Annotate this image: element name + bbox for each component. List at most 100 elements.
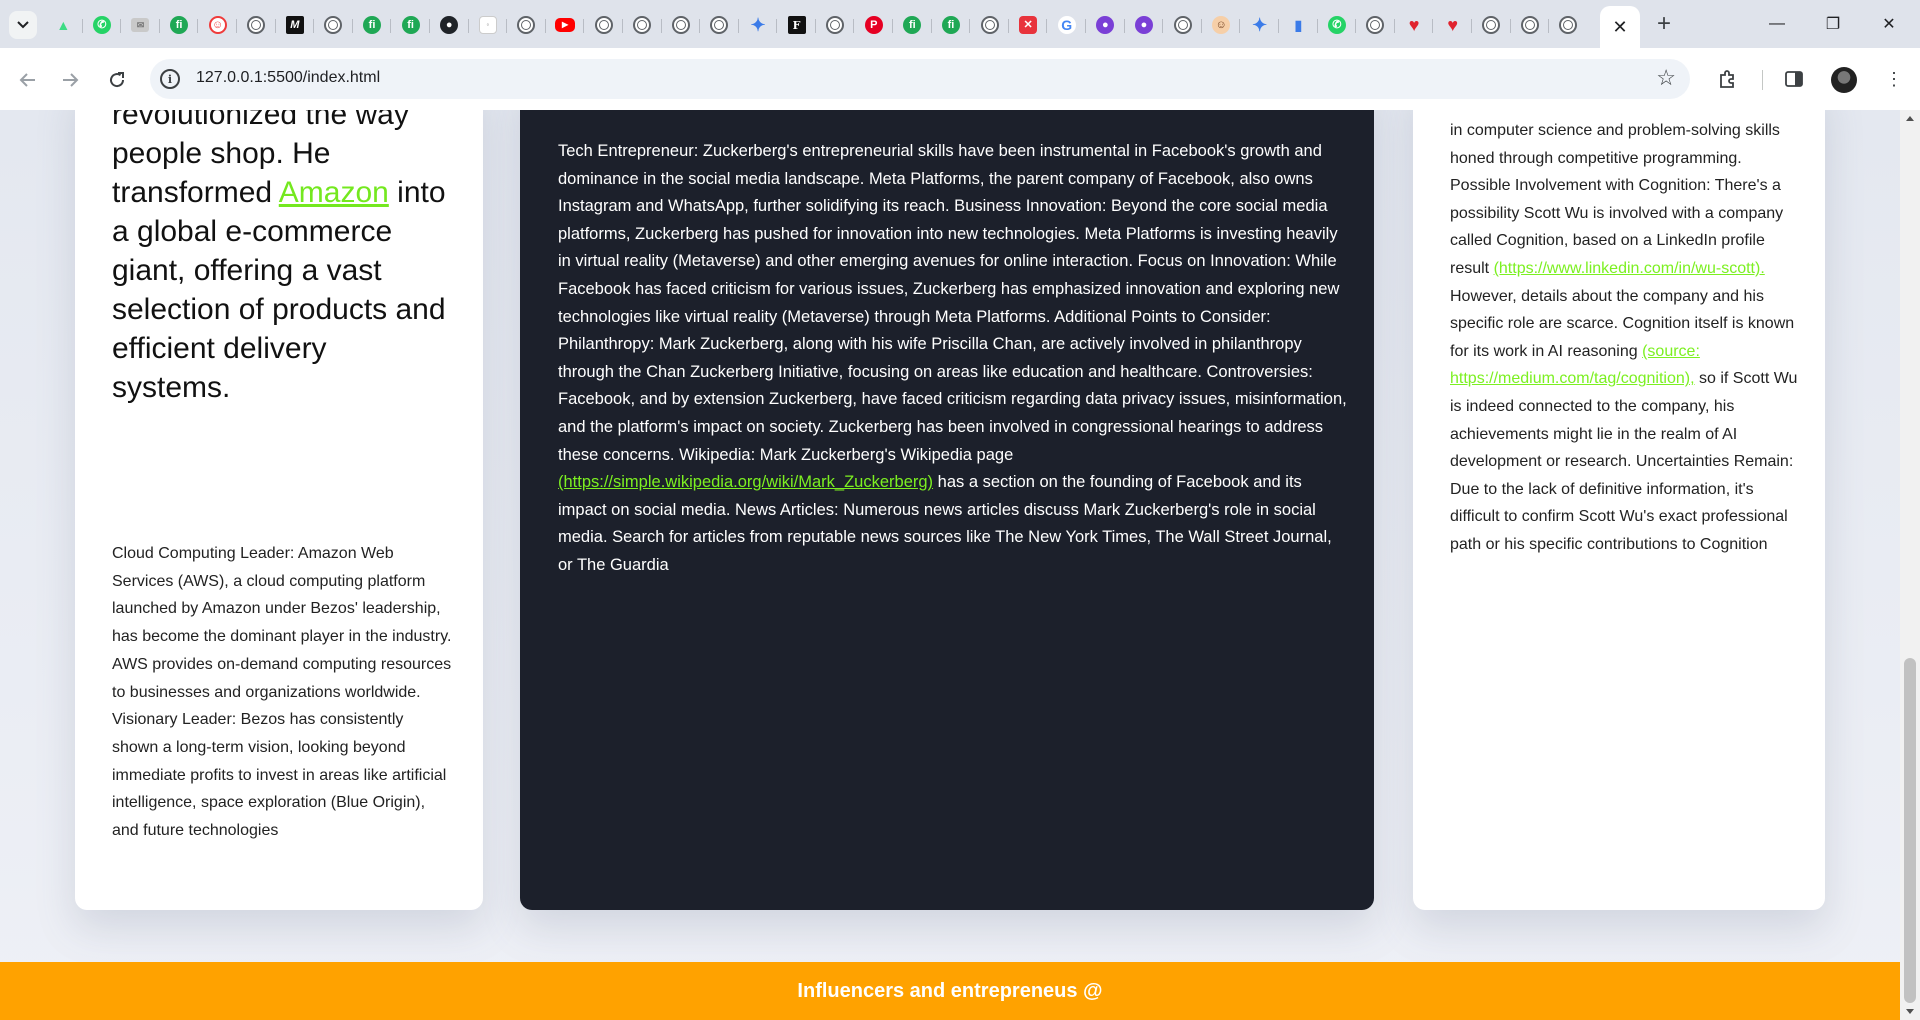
tab[interactable]: F [777,9,816,41]
tab[interactable]: M [276,9,315,41]
tab[interactable] [816,9,855,41]
f-icon: F [787,16,806,34]
tab[interactable] [623,9,662,41]
fiverr-icon: fi [941,16,960,34]
tab[interactable]: fi [893,9,932,41]
amazon-link[interactable]: Amazon [279,176,389,209]
x-icon: ✕ [1019,16,1038,34]
arrow-left-icon [19,73,35,87]
url-text[interactable]: 127.0.0.1:5500/index.html [196,69,380,87]
close-window-button[interactable]: ✕ [1866,6,1912,42]
extensions-icon[interactable] [1714,65,1742,93]
tab[interactable]: ✦ [1240,9,1279,41]
chrome-icon [517,16,536,34]
tab[interactable] [970,9,1009,41]
tab[interactable] [662,9,701,41]
back-button[interactable] [12,65,42,95]
gemini-icon: ✦ [750,15,766,35]
tab[interactable] [700,9,739,41]
tab[interactable] [1356,9,1395,41]
tab[interactable]: ▮ [1279,9,1318,41]
tab[interactable]: fi [353,9,392,41]
bar-chart-icon: ▮ [1294,17,1303,33]
vertical-scrollbar[interactable] [1900,110,1920,1020]
tab[interactable]: P [854,9,893,41]
heart-icon: ♥ [1447,15,1459,35]
forward-button[interactable] [56,65,86,95]
fiverr-icon: fi [363,16,382,34]
tab[interactable] [584,9,623,41]
tab[interactable] [1472,9,1511,41]
chrome-icon [1173,16,1192,34]
wikipedia-link[interactable]: (https://simple.wikipedia.org/wiki/Mark_… [558,473,933,491]
footer-text: Influencers and entrepreneus @ [797,979,1103,1002]
tab[interactable]: ✕ [1009,9,1048,41]
chrome-icon [1520,16,1539,34]
tab[interactable] [1511,9,1550,41]
tab[interactable]: G [1047,9,1086,41]
tab[interactable]: ✆ [1318,9,1357,41]
tab-strip: ▲ ✆ ✉ fi ☺ M fi fi ● ◦ ▶ ✦ F P fi fi ✕ G… [0,0,1920,48]
bookmark-star-icon[interactable]: ☆ [1656,65,1676,91]
side-panel-icon[interactable] [1780,65,1808,93]
card-scott-wu: in computer science and problem-solving … [1413,110,1825,910]
scroll-up-arrow-icon[interactable] [1906,116,1914,121]
tab[interactable]: ◦ [469,9,508,41]
arrow-right-icon [63,73,79,87]
tab[interactable]: ▶ [546,9,585,41]
tab[interactable]: ● [1086,9,1125,41]
card-body: Cloud Computing Leader: Amazon Web Servi… [112,545,452,840]
fiverr-icon: fi [170,16,189,34]
tab-search-button[interactable] [9,11,37,39]
whatsapp-icon: ✆ [1327,16,1346,34]
heading-text: into a global e-commerce giant, offering… [112,176,446,404]
tab[interactable]: fi [932,9,971,41]
scroll-down-arrow-icon[interactable] [1906,1009,1914,1014]
chevron-down-icon [17,21,29,29]
card-body: Tech Entrepreneur: Zuckerberg's entrepre… [558,138,1348,580]
address-bar[interactable]: i 127.0.0.1:5500/index.html ☆ [150,59,1690,99]
heart-icon: ♥ [1408,15,1420,35]
tab[interactable]: ✆ [83,9,122,41]
restore-button[interactable]: ❐ [1810,6,1856,42]
page-footer: Influencers and entrepreneus @ [0,962,1900,1020]
reload-icon [110,72,125,88]
tab[interactable]: fi [391,9,430,41]
tab[interactable]: fi [160,9,199,41]
linkedin-link[interactable]: (https://www.linkedin.com/in/wu-scott). [1494,260,1765,277]
minimize-button[interactable]: — [1754,6,1800,42]
new-tab-button[interactable]: + [1650,10,1678,38]
card-bezos: revolutionized the way people shop. He t… [75,110,483,910]
tab[interactable]: ● [1125,9,1164,41]
gemini-icon: ✦ [1252,15,1268,35]
tab[interactable]: ☺ [198,9,237,41]
tab[interactable]: ✉ [121,9,160,41]
tab[interactable] [237,9,276,41]
menu-kebab-icon[interactable]: ⋮ [1880,65,1908,93]
doc-icon: ◦ [478,16,497,34]
octopus-icon: ● [1134,16,1153,34]
reload-button[interactable] [102,65,132,95]
scrollbar-thumb[interactable] [1904,658,1916,1003]
android-icon: ▲ [56,17,71,33]
medium-icon: M [285,16,304,34]
tab[interactable]: ✦ [739,9,778,41]
active-tab[interactable]: ✕ [1600,6,1640,48]
tab[interactable]: ☺ [1202,9,1241,41]
tab[interactable] [1549,9,1588,41]
tab[interactable]: ▲ [44,9,83,41]
mail-icon: ✉ [131,18,150,32]
body-text: in computer science and problem-solving … [1450,122,1784,277]
tab[interactable]: ♥ [1395,9,1434,41]
browser-toolbar: i 127.0.0.1:5500/index.html ☆ ⋮ [0,48,1920,110]
tab[interactable] [507,9,546,41]
tab[interactable] [314,9,353,41]
site-info-icon[interactable]: i [160,69,180,89]
close-tab-icon[interactable]: ✕ [1612,17,1627,38]
body-text: Tech Entrepreneur: Zuckerberg's entrepre… [558,142,1347,464]
profile-avatar[interactable] [1831,67,1857,93]
tab[interactable]: ● [430,9,469,41]
tab[interactable] [1163,9,1202,41]
face-icon: ☺ [1212,16,1231,34]
tab[interactable]: ♥ [1433,9,1472,41]
